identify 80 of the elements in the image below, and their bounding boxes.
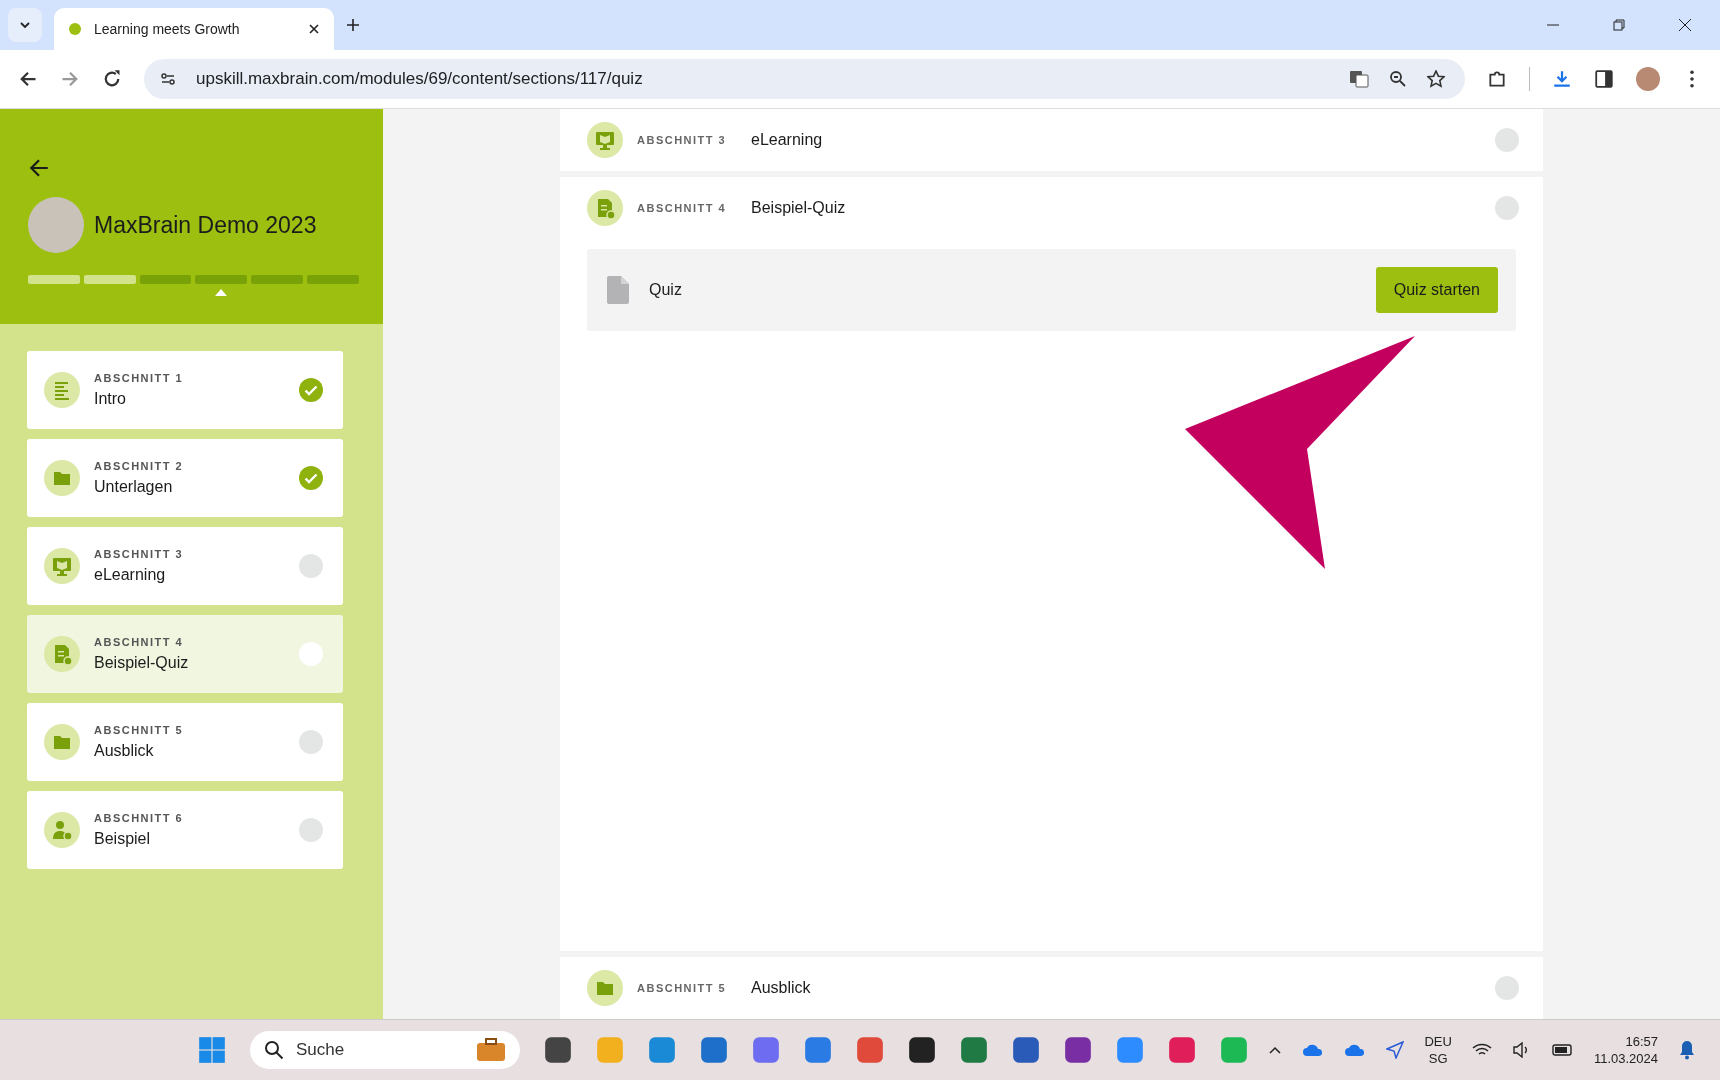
bell-icon[interactable] <box>1678 1040 1696 1060</box>
section-card[interactable]: ABSCHNITT 1 Intro <box>27 351 343 429</box>
section-title: Ausblick <box>94 742 155 760</box>
content-title: Quiz <box>649 281 682 299</box>
person-icon <box>44 812 80 848</box>
section-label: ABSCHNITT 2 <box>94 460 185 472</box>
download-icon[interactable] <box>1552 69 1572 89</box>
status-circle <box>1495 976 1519 1000</box>
app-icon[interactable] <box>1064 1036 1092 1064</box>
folder-icon <box>44 460 80 496</box>
clock-date[interactable]: 11.03.2024 <box>1593 1051 1658 1066</box>
section-title: Beispiel-Quiz <box>94 654 190 672</box>
clock-time[interactable]: 16:57 <box>1625 1034 1658 1049</box>
briefcase-icon <box>476 1038 506 1062</box>
section-label: ABSCHNITT 1 <box>94 372 185 384</box>
translate-icon[interactable] <box>1349 69 1369 89</box>
section-card[interactable]: ABSCHNITT 5 Ausblick <box>27 703 343 781</box>
site-settings-icon[interactable] <box>160 71 176 87</box>
cloud-icon[interactable] <box>1344 1043 1367 1057</box>
section-header[interactable]: ABSCHNITT 4 Beispiel-Quiz <box>560 177 1543 239</box>
section-title: Ausblick <box>751 979 811 997</box>
side-panel-icon[interactable] <box>1594 69 1614 89</box>
keyboard-layout-text[interactable]: SG <box>1428 1051 1448 1066</box>
section-label: ABSCHNITT 3 <box>637 134 728 146</box>
section-label: ABSCHNITT 4 <box>94 636 185 648</box>
section-card[interactable]: ABSCHNITT 3 eLearning <box>27 527 343 605</box>
section-title: Intro <box>94 390 127 408</box>
location-arrow-icon[interactable] <box>1386 1041 1405 1059</box>
star-icon[interactable] <box>1427 70 1445 88</box>
folder-icon <box>44 724 80 760</box>
app-icon[interactable] <box>544 1036 572 1064</box>
section-title: Beispiel-Quiz <box>751 199 846 217</box>
back-arrow-icon[interactable] <box>28 157 50 179</box>
section-card[interactable]: ABSCHNITT 2 Unterlagen <box>27 439 343 517</box>
document-badge-icon <box>44 636 80 672</box>
address-field[interactable]: upskill.maxbrain.com/modules/69/content/sections/117/quiz <box>144 59 1465 99</box>
section-title: eLearning <box>94 566 167 584</box>
battery-icon[interactable] <box>1551 1043 1574 1057</box>
section-label: ABSCHNITT 6 <box>94 812 185 824</box>
cloud-icon[interactable] <box>1302 1043 1325 1057</box>
section-title: eLearning <box>751 131 823 149</box>
close-icon[interactable] <box>1678 18 1692 32</box>
course-title: MaxBrain Demo 2023 <box>94 211 317 239</box>
search-field[interactable]: Suche <box>250 1031 520 1069</box>
text-lines-icon <box>44 372 80 408</box>
section-card[interactable]: ABSCHNITT 4 Beispiel-Quiz <box>27 615 343 693</box>
tab-list-button[interactable] <box>8 8 42 42</box>
close-icon[interactable] <box>308 23 320 35</box>
status-circle <box>1495 128 1519 152</box>
app-icon[interactable] <box>908 1036 936 1064</box>
windows-start-icon[interactable] <box>198 1036 226 1064</box>
section-label: ABSCHNITT 5 <box>94 724 185 736</box>
restore-icon[interactable] <box>1612 18 1626 32</box>
section-header[interactable]: ABSCHNITT 3 eLearning <box>560 109 1543 171</box>
section-label: ABSCHNITT 4 <box>637 202 728 214</box>
monitor-book-icon <box>587 122 623 158</box>
section-title: Beispiel <box>94 830 152 848</box>
back-arrow-icon[interactable] <box>18 69 38 89</box>
folder-icon <box>587 970 623 1006</box>
section-label: ABSCHNITT 5 <box>637 982 728 994</box>
section-header[interactable]: ABSCHNITT 5 Ausblick <box>560 957 1543 1019</box>
browser-tab[interactable]: Learning meets Growth <box>54 8 334 50</box>
document-badge-icon <box>587 190 623 226</box>
section-title: Unterlagen <box>94 478 174 496</box>
status-circle <box>1495 196 1519 220</box>
url-text: upskill.maxbrain.com/modules/69/content/sections/117/quiz <box>196 69 643 89</box>
forward-arrow-icon[interactable] <box>60 69 80 89</box>
section-label: ABSCHNITT 3 <box>94 548 185 560</box>
language-text[interactable]: DEU <box>1424 1034 1452 1049</box>
start-quiz-button[interactable]: Quiz starten <box>1375 267 1498 313</box>
profile-avatar[interactable] <box>1636 67 1660 91</box>
avatar-photo-placeholder <box>28 197 84 253</box>
chevron-down-icon <box>19 19 31 31</box>
zoom-icon[interactable] <box>1389 70 1407 88</box>
reload-icon[interactable] <box>102 69 122 89</box>
document-icon <box>607 276 629 304</box>
search-icon <box>264 1040 284 1060</box>
monitor-book-icon <box>44 548 80 584</box>
new-tab-icon[interactable] <box>346 18 360 32</box>
section-card[interactable]: ABSCHNITT 6 Beispiel <box>27 791 343 869</box>
